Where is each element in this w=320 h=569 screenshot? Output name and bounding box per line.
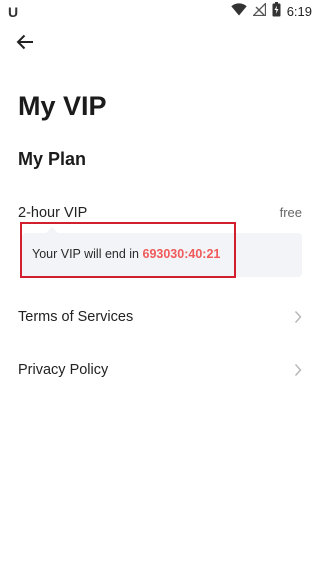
back-button[interactable] [12, 32, 38, 56]
privacy-policy-link[interactable]: Privacy Policy [18, 354, 302, 386]
chevron-right-icon [294, 310, 302, 324]
signal-icon [251, 1, 266, 21]
status-time: 6:19 [286, 4, 312, 19]
plan-name: 2-hour VIP [18, 205, 88, 221]
status-bar: U 6:19 [0, 0, 320, 24]
wifi-icon [230, 3, 247, 21]
vip-end-label: Your VIP will end in [32, 247, 143, 261]
section-title: My Plan [18, 149, 87, 169]
battery-icon [272, 2, 281, 22]
plan-price: free [279, 205, 302, 220]
status-icons: 6:19 [230, 1, 312, 22]
privacy-label: Privacy Policy [18, 362, 109, 378]
arrow-left-icon [16, 34, 34, 55]
plan-row: 2-hour VIP free [18, 202, 302, 224]
chevron-right-icon [294, 363, 302, 377]
vip-countdown: 693030:40:21 [142, 247, 221, 261]
notification-u-icon: U [8, 4, 19, 20]
terms-of-services-link[interactable]: Terms of Services [18, 301, 302, 333]
page-title: My VIP [18, 91, 107, 121]
vip-end-text: Your VIP will end in 693030:40:21 [32, 245, 220, 263]
terms-label: Terms of Services [18, 309, 134, 325]
vip-status-box: Your VIP will end in 693030:40:21 [20, 222, 302, 278]
